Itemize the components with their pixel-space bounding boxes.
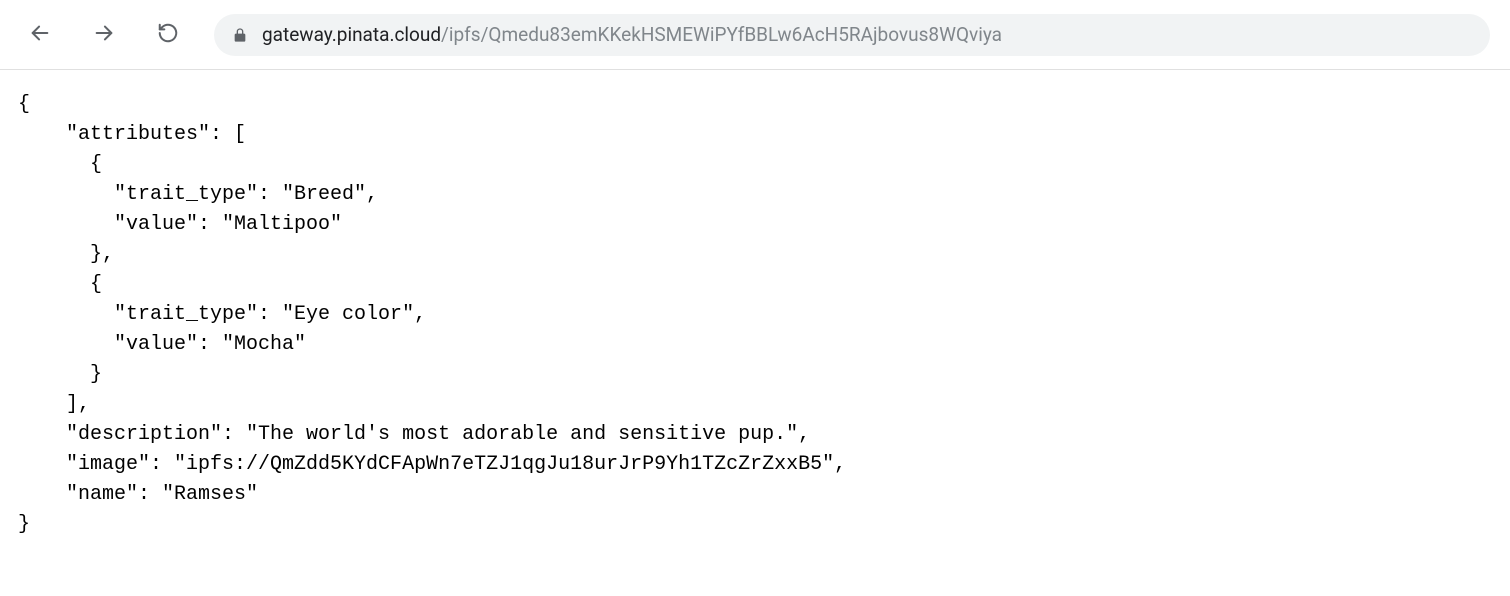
back-button[interactable] <box>20 15 60 55</box>
lock-icon <box>232 27 248 43</box>
json-line: { <box>18 273 102 296</box>
url-path: /ipfs/Qmedu83emKKekHSMEWiPYfBBLw6AcH5RAj… <box>441 23 1002 46</box>
json-line: "description": "The world's most adorabl… <box>18 423 810 446</box>
url-domain: gateway.pinata.cloud <box>262 23 441 46</box>
json-line: "trait_type": "Breed", <box>18 183 378 206</box>
json-line: }, <box>18 243 114 266</box>
json-line: } <box>18 363 102 386</box>
json-content: { "attributes": [ { "trait_type": "Breed… <box>0 70 1510 560</box>
json-line: "attributes": [ <box>18 123 246 146</box>
json-line: "image": "ipfs://QmZdd5KYdCFApWn7eTZJ1qg… <box>18 453 846 476</box>
forward-button[interactable] <box>84 15 124 55</box>
json-line: ], <box>18 393 90 416</box>
address-bar[interactable]: gateway.pinata.cloud/ipfs/Qmedu83emKKekH… <box>214 14 1490 56</box>
arrow-left-icon <box>29 22 51 48</box>
json-line: "name": "Ramses" <box>18 483 258 506</box>
url-text: gateway.pinata.cloud/ipfs/Qmedu83emKKekH… <box>262 23 1002 46</box>
json-line: { <box>18 93 30 116</box>
reload-icon <box>157 22 179 48</box>
browser-toolbar: gateway.pinata.cloud/ipfs/Qmedu83emKKekH… <box>0 0 1510 70</box>
json-line: { <box>18 153 102 176</box>
json-line: } <box>18 513 30 536</box>
reload-button[interactable] <box>148 15 188 55</box>
arrow-right-icon <box>93 22 115 48</box>
json-line: "value": "Maltipoo" <box>18 213 342 236</box>
json-line: "value": "Mocha" <box>18 333 306 356</box>
json-line: "trait_type": "Eye color", <box>18 303 426 326</box>
